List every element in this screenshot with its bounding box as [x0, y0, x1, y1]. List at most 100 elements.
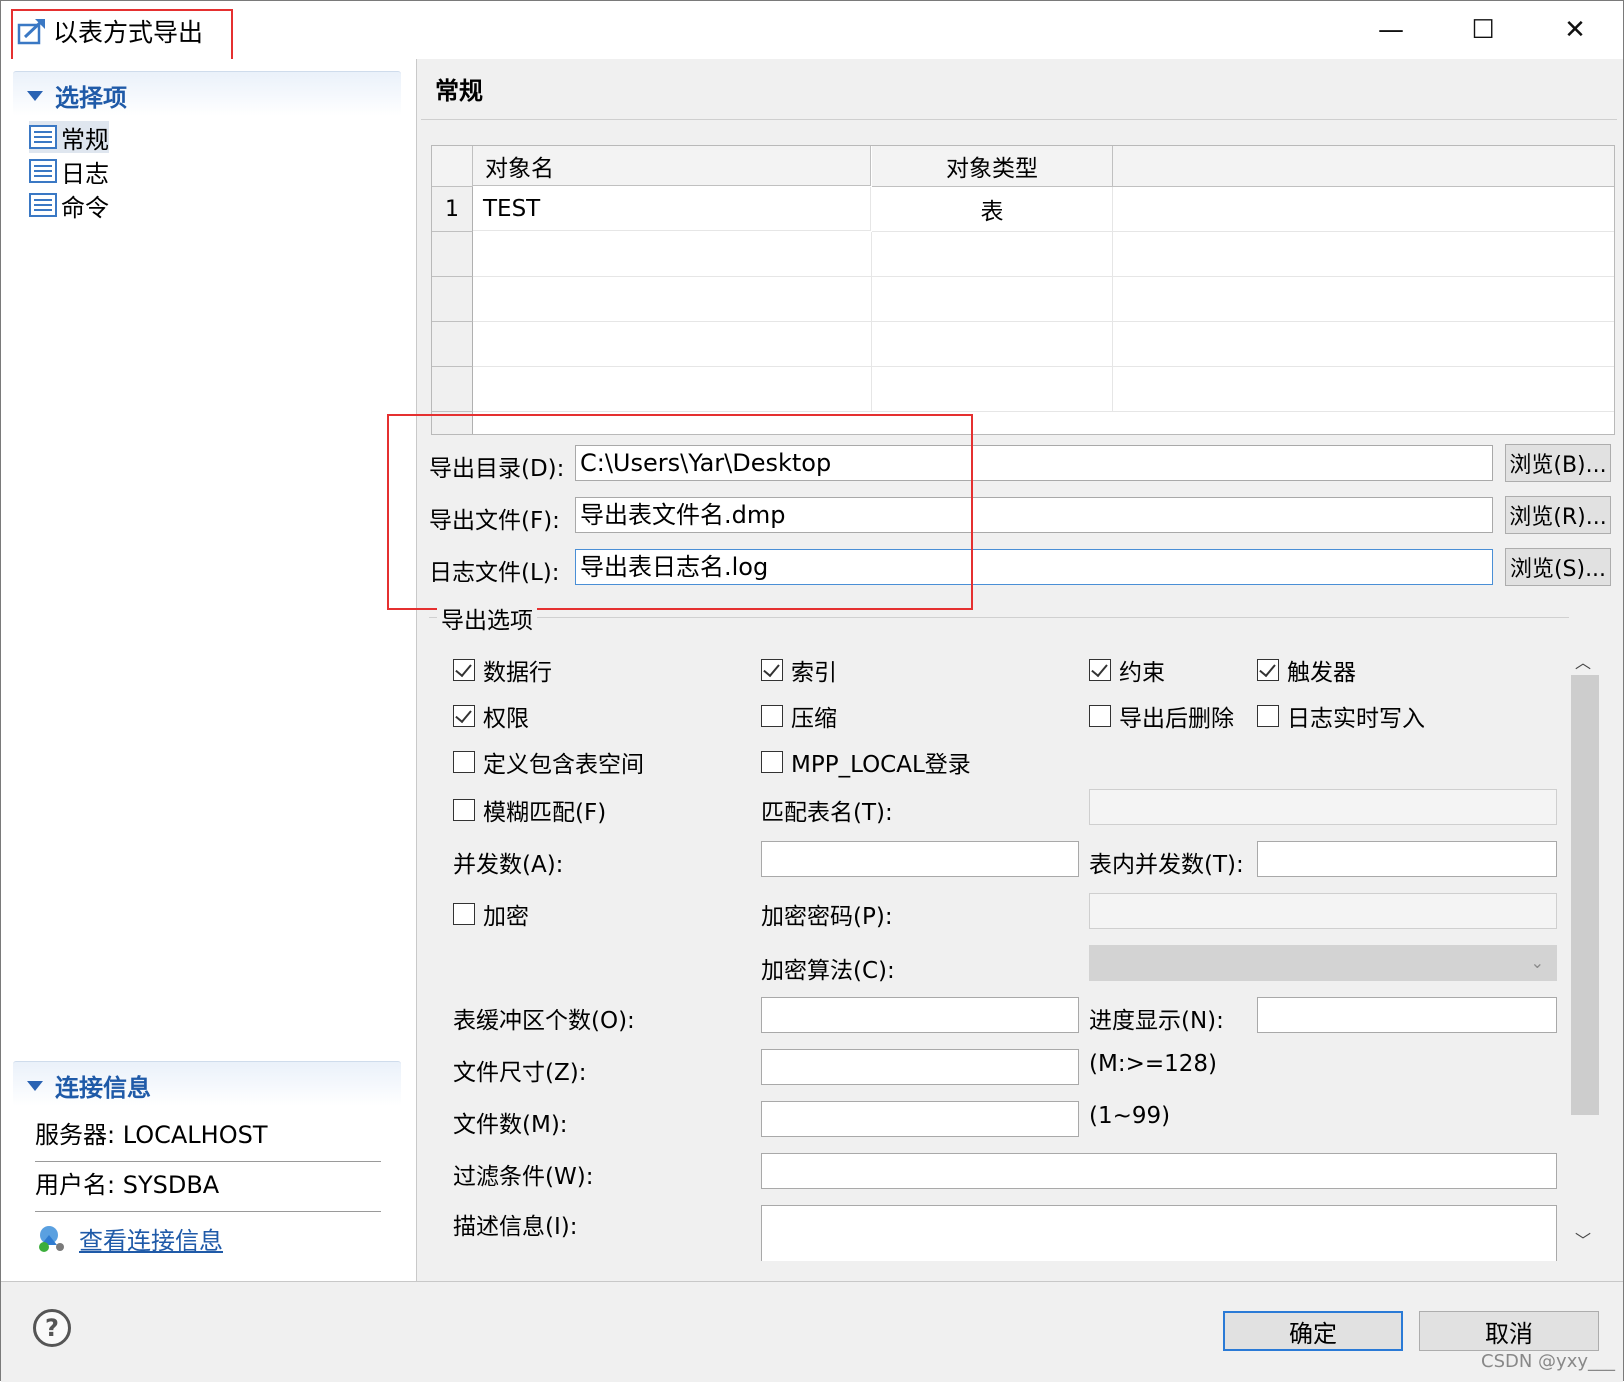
description-input[interactable]: [761, 1205, 1557, 1261]
checkbox-checked-icon: [1089, 659, 1111, 681]
tree-item-general[interactable]: 常规: [29, 121, 109, 154]
options-section-header[interactable]: 选择项: [13, 71, 401, 116]
table-cell[interactable]: [872, 277, 1113, 322]
divider: [35, 1161, 381, 1162]
compress-checkbox[interactable]: 压缩: [761, 699, 837, 733]
file-size-input[interactable]: [761, 1049, 1079, 1085]
filter-label: 过滤条件(W):: [453, 1164, 594, 1190]
table-cell[interactable]: [473, 277, 872, 322]
tree-item-label: 常规: [61, 125, 109, 154]
browse-dir-button[interactable]: 浏览(B)...: [1505, 444, 1611, 482]
file-count-input[interactable]: [761, 1101, 1079, 1137]
checkbox-checked-icon: [453, 705, 475, 727]
constraint-checkbox[interactable]: 约束: [1089, 653, 1165, 687]
table-corner: [432, 146, 473, 187]
minimize-icon: —: [1378, 15, 1404, 45]
log-realtime-checkbox[interactable]: 日志实时写入: [1257, 699, 1425, 733]
progress-label: 进度显示(N):: [1089, 1008, 1224, 1034]
table-cell[interactable]: [1113, 322, 1614, 367]
divider: [35, 1211, 381, 1212]
maximize-icon: ☐: [1471, 15, 1495, 45]
section-title: 常规: [435, 77, 483, 105]
minimize-button[interactable]: —: [1361, 9, 1421, 51]
data-rows-checkbox[interactable]: 数据行: [453, 653, 552, 687]
buffer-count-input[interactable]: [761, 997, 1079, 1033]
trigger-checkbox[interactable]: 触发器: [1257, 653, 1356, 687]
row-number[interactable]: 1: [432, 187, 473, 232]
scroll-up-icon[interactable]: ︿: [1575, 649, 1591, 673]
table-cell[interactable]: [1113, 367, 1614, 412]
tree-item-log[interactable]: 日志: [29, 155, 109, 188]
checkbox-unchecked-icon: [453, 751, 475, 773]
maximize-button[interactable]: ☐: [1453, 9, 1513, 51]
ok-button[interactable]: 确定: [1223, 1311, 1403, 1351]
checkbox-label: 压缩: [791, 706, 837, 732]
row-number[interactable]: [432, 277, 473, 322]
table-cell[interactable]: [1113, 232, 1614, 277]
connection-section-header[interactable]: 连接信息: [13, 1061, 401, 1106]
table-cell[interactable]: [872, 232, 1113, 277]
scrollbar-thumb[interactable]: [1571, 675, 1599, 1115]
list-icon: [29, 159, 57, 183]
cancel-button[interactable]: 取消: [1419, 1311, 1599, 1351]
column-header-object-name[interactable]: 对象名: [473, 146, 871, 186]
table-cell[interactable]: [473, 322, 872, 367]
table-parallel-input[interactable]: [1257, 841, 1557, 877]
table-cell[interactable]: [1113, 187, 1614, 232]
checkbox-label: 加密: [483, 904, 529, 930]
tree-item-label: 日志: [61, 159, 109, 188]
table-cell[interactable]: [872, 367, 1113, 412]
checkbox-label: 定义包含表空间: [483, 752, 644, 778]
table-cell[interactable]: [473, 232, 872, 277]
tree-item-command[interactable]: 命令: [29, 189, 109, 222]
table-cell-object-type[interactable]: 表: [872, 187, 1113, 232]
parallel-label: 并发数(A):: [453, 852, 564, 878]
checkbox-label: MPP_LOCAL登录: [791, 752, 971, 778]
file-count-hint: (1~99): [1089, 1103, 1171, 1129]
encrypt-checkbox[interactable]: 加密: [453, 897, 529, 931]
parallel-input[interactable]: [761, 841, 1079, 877]
checkbox-unchecked-icon: [453, 799, 475, 821]
scroll-down-icon[interactable]: ﹀: [1575, 1227, 1591, 1251]
close-button[interactable]: ✕: [1545, 9, 1605, 51]
index-checkbox[interactable]: 索引: [761, 653, 837, 687]
connection-info-icon: [35, 1221, 69, 1253]
tree-item-label: 命令: [61, 193, 109, 222]
encrypt-password-input[interactable]: [1089, 893, 1557, 929]
row-number[interactable]: [432, 322, 473, 367]
tablespace-checkbox[interactable]: 定义包含表空间: [453, 745, 644, 779]
list-icon: [29, 193, 57, 217]
path-highlight-box: [387, 414, 973, 610]
table-cell[interactable]: [473, 367, 872, 412]
user-info: 用户名: SYSDBA: [35, 1171, 220, 1199]
column-header-object-type[interactable]: 对象类型: [872, 146, 1113, 187]
privilege-checkbox[interactable]: 权限: [453, 699, 529, 733]
checkbox-label: 数据行: [483, 660, 552, 686]
encrypt-algorithm-select[interactable]: ⌄: [1089, 945, 1557, 981]
description-label: 描述信息(I):: [453, 1214, 578, 1240]
row-number[interactable]: [432, 367, 473, 412]
checkbox-unchecked-icon: [453, 903, 475, 925]
row-number[interactable]: [432, 232, 473, 277]
progress-input[interactable]: [1257, 997, 1557, 1033]
mpp-local-checkbox[interactable]: MPP_LOCAL登录: [761, 745, 971, 779]
browse-file-button[interactable]: 浏览(R)...: [1505, 496, 1611, 534]
connection-section-title: 连接信息: [55, 1074, 151, 1102]
browse-log-button[interactable]: 浏览(S)...: [1505, 548, 1611, 586]
checkbox-unchecked-icon: [1257, 705, 1279, 727]
table-cell[interactable]: [872, 322, 1113, 367]
options-scrollbar[interactable]: ︿ ﹀: [1567, 645, 1601, 1255]
fuzzy-match-checkbox[interactable]: 模糊匹配(F): [453, 793, 606, 827]
table-cell-object-name[interactable]: TEST: [473, 187, 871, 231]
file-size-hint: (M:>=128): [1089, 1051, 1217, 1077]
match-table-input[interactable]: [1089, 789, 1557, 825]
file-count-label: 文件数(M):: [453, 1112, 568, 1138]
checkbox-checked-icon: [453, 659, 475, 681]
filter-input[interactable]: [761, 1153, 1557, 1189]
title-bar: 以表方式导出 — ☐ ✕: [1, 1, 1623, 59]
help-button[interactable]: ?: [33, 1309, 71, 1347]
table-cell[interactable]: [1113, 277, 1614, 322]
checkbox-label: 索引: [791, 660, 837, 686]
delete-after-export-checkbox[interactable]: 导出后删除: [1089, 699, 1234, 733]
view-connection-link[interactable]: 查看连接信息: [79, 1221, 223, 1256]
